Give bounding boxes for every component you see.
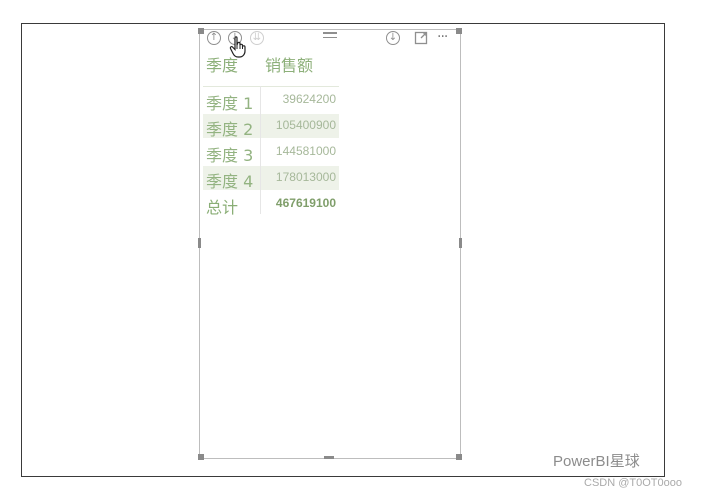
- column-divider: [260, 86, 261, 214]
- row-value: 39624200: [282, 92, 336, 106]
- total-value: 467619100: [275, 196, 336, 210]
- row-category: 季度 3: [206, 146, 254, 165]
- watermark-text: PowerBI星球: [553, 453, 640, 470]
- resize-handle-bottom-right[interactable]: [456, 454, 462, 460]
- drill-up-icon[interactable]: ↑: [207, 31, 221, 45]
- download-icon[interactable]: ↓: [386, 31, 400, 45]
- drag-grip-icon[interactable]: [323, 32, 337, 41]
- resize-handle-top-left[interactable]: [198, 28, 204, 34]
- column-header-quarter[interactable]: 季度: [206, 52, 238, 76]
- total-row[interactable]: 总计 467619100: [203, 192, 339, 217]
- row-value: 144581000: [275, 144, 336, 158]
- resize-handle-bottom-left[interactable]: [198, 454, 204, 460]
- total-label: 总计: [206, 198, 239, 217]
- header-divider: [203, 86, 339, 87]
- resize-handle-top-right[interactable]: [456, 28, 462, 34]
- table-row[interactable]: 季度 4 178013000: [203, 166, 339, 191]
- row-value: 105400900: [275, 118, 336, 132]
- credit-text: CSDN @T0OT0ooo: [584, 477, 682, 489]
- expand-all-icon[interactable]: ⇊: [250, 31, 264, 45]
- focus-mode-icon[interactable]: [414, 31, 428, 45]
- more-options-icon[interactable]: ···: [437, 29, 448, 45]
- row-category: 季度 1: [206, 94, 254, 113]
- table-row[interactable]: 季度 2 105400900: [203, 114, 339, 139]
- table-row[interactable]: 季度 1 39624200: [203, 88, 339, 113]
- resize-handle-right[interactable]: [459, 238, 462, 248]
- resize-handle-bottom[interactable]: [324, 456, 334, 459]
- column-header-sales[interactable]: 销售额: [265, 52, 313, 76]
- table-row[interactable]: 季度 3 144581000: [203, 140, 339, 165]
- row-category: 季度 2: [206, 120, 254, 139]
- row-category: 季度 4: [206, 172, 254, 191]
- resize-handle-left[interactable]: [198, 238, 201, 248]
- row-value: 178013000: [275, 170, 336, 184]
